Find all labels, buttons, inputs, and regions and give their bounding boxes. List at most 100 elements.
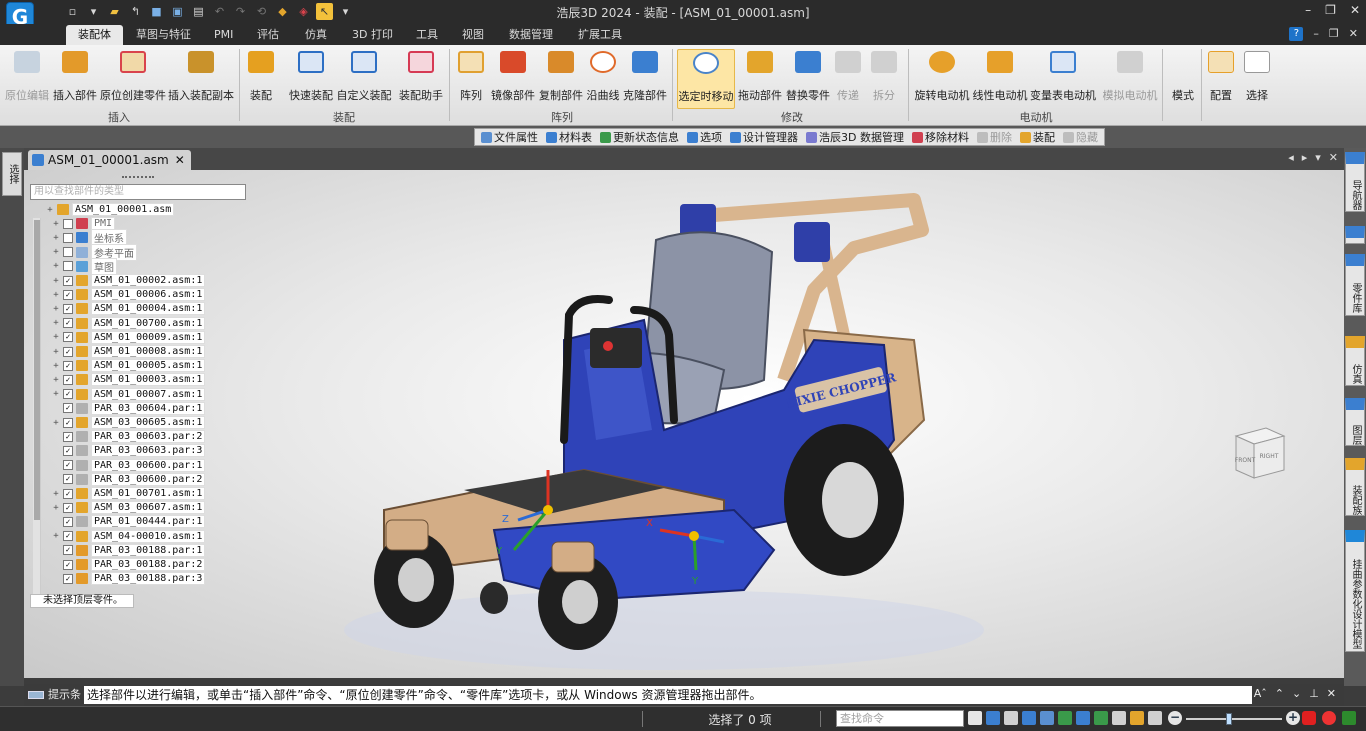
tree-row[interactable]: ✓ PAR_03_00188.par:3 bbox=[52, 572, 206, 586]
tree-row[interactable]: + 坐标系 bbox=[52, 229, 127, 247]
ribbon-close-icon[interactable]: ✕ bbox=[1349, 27, 1358, 41]
close-prompt-icon[interactable]: ✕ bbox=[1327, 687, 1336, 700]
move-when-selected-button[interactable]: 选定时移动 bbox=[677, 49, 735, 109]
tree-scroll-thumb[interactable] bbox=[34, 220, 40, 520]
insert-part-button[interactable]: 插入部件 bbox=[52, 49, 98, 109]
expand-toggle-icon[interactable]: + bbox=[52, 219, 60, 229]
expand-toggle-icon[interactable]: + bbox=[52, 233, 60, 243]
shading-icon[interactable] bbox=[1094, 711, 1108, 725]
ribbon-restore-icon[interactable]: ❐ bbox=[1329, 27, 1339, 41]
select-button[interactable]: 选择 bbox=[1242, 49, 1272, 109]
tree-row[interactable]: + ASM_01_00001.asm bbox=[46, 203, 175, 216]
tree-row[interactable]: + PMI bbox=[52, 217, 116, 231]
panel-grip-handle[interactable] bbox=[122, 176, 154, 180]
expand-toggle-icon[interactable]: + bbox=[52, 247, 60, 257]
tab-assembly[interactable]: 装配体 bbox=[66, 25, 123, 45]
tab-pmi[interactable]: PMI bbox=[202, 25, 245, 45]
fit-icon[interactable] bbox=[1022, 711, 1036, 725]
expand-toggle-icon[interactable]: + bbox=[52, 332, 60, 342]
tree-row[interactable]: + 参考平面 bbox=[52, 243, 137, 261]
expand-toggle-icon[interactable]: + bbox=[52, 503, 60, 513]
visibility-checkbox[interactable]: ✓ bbox=[63, 474, 73, 485]
insert-assembly-copy-button[interactable]: 插入装配副本 bbox=[168, 49, 234, 109]
visibility-checkbox[interactable]: ✓ bbox=[63, 545, 73, 556]
pan-icon[interactable] bbox=[1040, 711, 1054, 725]
in-place-edit-button[interactable]: 原位编辑 bbox=[4, 49, 50, 109]
assemble-button[interactable]: 装配 bbox=[244, 49, 278, 109]
assembly-assistant-button[interactable]: 装配助手 bbox=[398, 49, 444, 109]
visibility-checkbox[interactable]: ✓ bbox=[63, 303, 73, 314]
visibility-checkbox[interactable]: ✓ bbox=[63, 417, 73, 428]
mode-button[interactable]: 模式 bbox=[1168, 49, 1198, 109]
zoom-out-icon[interactable]: − bbox=[1168, 711, 1182, 725]
tree-row[interactable]: + ✓ ASM_03_00605.asm:1 bbox=[52, 416, 206, 429]
expand-toggle-icon[interactable]: + bbox=[52, 290, 60, 300]
along-curve-button[interactable]: 沿曲线 bbox=[586, 49, 620, 109]
tree-row[interactable]: + ✓ ASM_01_00002.asm:1 bbox=[52, 274, 206, 287]
tab-simulation[interactable]: 仿真 bbox=[293, 25, 339, 45]
quick-assemble-button[interactable]: 快速装配 bbox=[288, 49, 334, 109]
zoom-slider[interactable]: − + bbox=[1168, 711, 1300, 727]
split-button[interactable]: 拆分 bbox=[869, 49, 899, 109]
visibility-checkbox[interactable]: ✓ bbox=[63, 460, 73, 471]
video-icon[interactable] bbox=[1302, 711, 1316, 725]
visibility-checkbox[interactable] bbox=[63, 261, 73, 272]
view-cube-graphic[interactable]: FRONT RIGHT bbox=[1226, 422, 1286, 482]
tab-scroll-right-icon[interactable]: ▸ bbox=[1302, 151, 1308, 164]
visibility-checkbox[interactable]: ✓ bbox=[63, 389, 73, 400]
ribbon-minimize-icon[interactable]: – bbox=[1313, 27, 1319, 41]
tree-row[interactable]: ✓ PAR_03_00600.par:2 bbox=[52, 472, 206, 486]
zoom-area-icon[interactable] bbox=[986, 711, 1000, 725]
visibility-checkbox[interactable]: ✓ bbox=[63, 374, 73, 385]
expand-toggle-icon[interactable]: + bbox=[52, 389, 60, 399]
visibility-checkbox[interactable]: ✓ bbox=[63, 431, 73, 442]
zoom-icon[interactable] bbox=[1004, 711, 1018, 725]
right-tab-simulation[interactable]: 仿真 bbox=[1345, 336, 1365, 386]
visibility-checkbox[interactable]: ✓ bbox=[63, 573, 73, 584]
zoom-in-icon[interactable]: + bbox=[1286, 711, 1300, 725]
copy-part-button[interactable]: 复制部件 bbox=[538, 49, 584, 109]
tree-search-input[interactable]: 用以查找部件的类型 bbox=[30, 184, 246, 200]
help-icon[interactable]: ? bbox=[1289, 27, 1304, 41]
settings-icon[interactable] bbox=[1148, 711, 1162, 725]
document-tab[interactable]: ASM_01_00001.asm ✕ bbox=[28, 150, 191, 170]
file-properties-command[interactable]: 文件属性 bbox=[481, 129, 538, 145]
expand-toggle-icon[interactable]: + bbox=[52, 347, 60, 357]
tree-row[interactable]: + ✓ ASM_01_00004.asm:1 bbox=[52, 302, 206, 316]
tree-row[interactable]: ✓ PAR_01_00444.par:1 bbox=[52, 515, 206, 529]
tree-row[interactable]: + ✓ ASM_01_00008.asm:1 bbox=[52, 345, 206, 358]
hide-command[interactable]: 隐藏 bbox=[1062, 129, 1098, 145]
collapse-icon[interactable]: ⌃ bbox=[1275, 687, 1284, 700]
options-command[interactable]: 选项 bbox=[687, 129, 722, 145]
visibility-checkbox[interactable]: ✓ bbox=[63, 289, 73, 300]
assemble-command[interactable]: 装配 bbox=[1019, 129, 1055, 145]
minimize-button[interactable]: – bbox=[1305, 3, 1311, 17]
right-tab-navigator[interactable]: 导航器 bbox=[1345, 152, 1365, 212]
zoom-knob[interactable] bbox=[1226, 713, 1232, 725]
tab-3d-print[interactable]: 3D 打印 bbox=[340, 25, 405, 45]
expand-toggle-icon[interactable]: + bbox=[46, 205, 54, 215]
create-in-place-button[interactable]: 原位创建零件 bbox=[100, 49, 166, 109]
tree-row[interactable]: + ✓ ASM_01_00007.asm:1 bbox=[52, 387, 206, 401]
expand-toggle-icon[interactable]: + bbox=[52, 318, 60, 328]
tree-row[interactable]: + ✓ ASM_01_00003.asm:1 bbox=[52, 373, 206, 387]
transfer-button[interactable]: 传递 bbox=[833, 49, 863, 109]
visibility-checkbox[interactable]: ✓ bbox=[63, 403, 73, 414]
display-icon[interactable] bbox=[1130, 711, 1144, 725]
tree-row[interactable]: + ✓ ASM_01_00009.asm:1 bbox=[52, 330, 206, 344]
visibility-checkbox[interactable]: ✓ bbox=[63, 559, 73, 570]
restore-button[interactable]: ❐ bbox=[1325, 3, 1336, 17]
tree-row[interactable]: + 草图 bbox=[52, 257, 117, 275]
expand-toggle-icon[interactable]: + bbox=[52, 375, 60, 385]
expand-toggle-icon[interactable]: + bbox=[52, 531, 60, 541]
visibility-checkbox[interactable]: ✓ bbox=[63, 332, 73, 343]
tree-row[interactable]: + ✓ ASM_01_00701.asm:1 bbox=[52, 487, 206, 500]
tab-scroll-left-icon[interactable]: ◂ bbox=[1288, 151, 1294, 164]
tab-evaluate[interactable]: 评估 bbox=[245, 25, 291, 45]
tree-row[interactable]: ✓ PAR_03_00603.par:3 bbox=[52, 444, 206, 458]
expand-toggle-icon[interactable]: + bbox=[52, 418, 60, 428]
close-document-icon[interactable]: ✕ bbox=[175, 153, 185, 167]
simulate-motor-button[interactable]: 模拟电动机 bbox=[1102, 49, 1158, 109]
pin-icon[interactable]: ⊥ bbox=[1309, 687, 1319, 700]
right-tab-assembly-family[interactable]: 装配族 bbox=[1345, 458, 1365, 516]
